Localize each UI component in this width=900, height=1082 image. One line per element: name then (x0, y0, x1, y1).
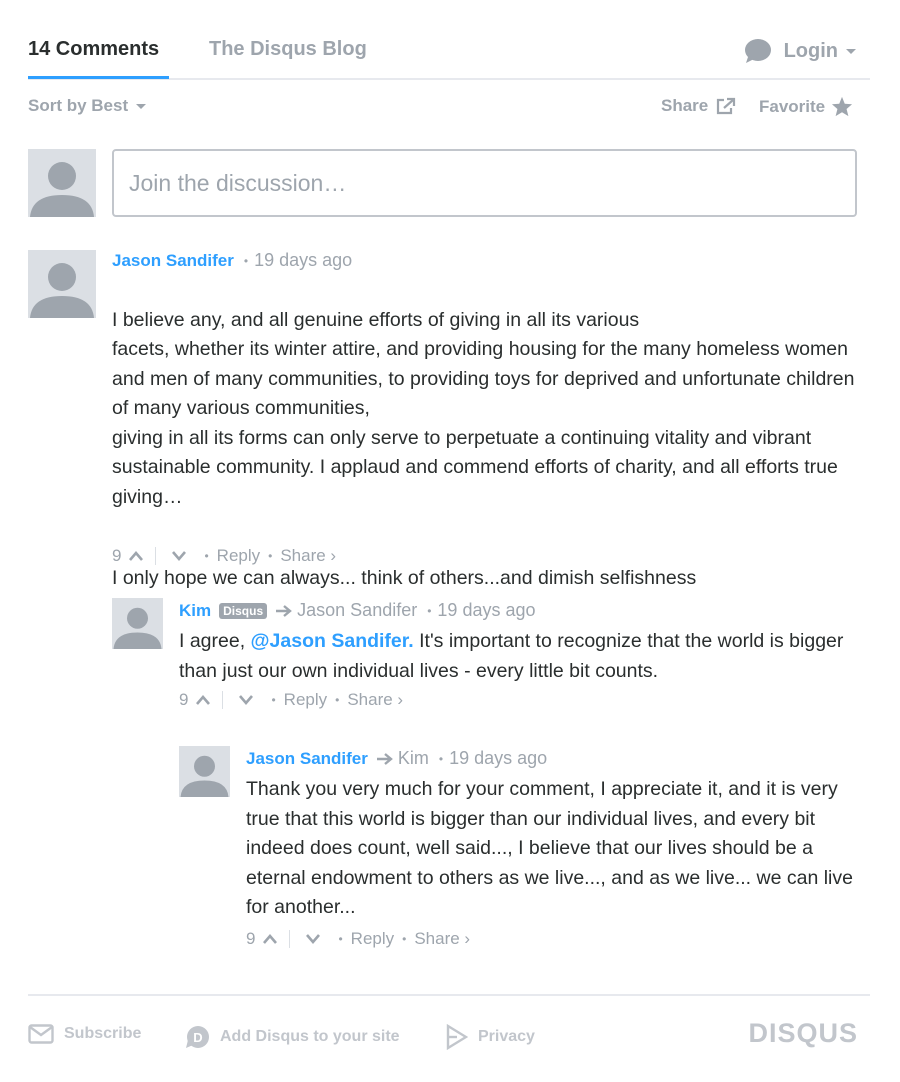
user-avatar (28, 149, 96, 217)
login-button[interactable]: Login (744, 38, 856, 64)
bullet-separator: • (438, 751, 444, 766)
bullet-separator: • (271, 693, 276, 707)
chevron-down-icon (136, 103, 147, 109)
upvote-icon[interactable] (129, 551, 144, 561)
bullet-separator: • (338, 932, 343, 946)
comment-text: I agree, (179, 630, 251, 652)
comment-header: Jason Sandifer • 19 days ago (112, 250, 352, 271)
reply-to-name: Jason Sandifer (297, 600, 418, 620)
disqus-logo[interactable]: DISQUS (748, 1018, 858, 1049)
share-link[interactable]: Share › (280, 546, 336, 566)
sort-bar: Sort by Best Share Favorite (28, 96, 858, 120)
chevron-down-icon (846, 48, 856, 54)
tab-disqus-blog[interactable]: The Disqus Blog (209, 38, 367, 61)
vote-divider (222, 691, 224, 709)
vote-divider (155, 547, 157, 565)
active-tab-indicator (28, 76, 169, 79)
privacy-icon (446, 1024, 468, 1050)
share-icon (717, 97, 736, 115)
in-reply-to[interactable]: Jason Sandifer (267, 600, 417, 621)
star-icon (832, 96, 853, 117)
reply-link[interactable]: Reply (351, 929, 394, 949)
footer: Subscribe D Add Disqus to your site Priv… (28, 1018, 858, 1054)
reply-link[interactable]: Reply (284, 690, 327, 710)
bullet-separator: • (402, 932, 407, 946)
comment-header: Kim Disqus Jason Sandifer • 19 days ago (179, 600, 536, 621)
user-mention[interactable]: @Jason Sandifer. (251, 630, 414, 652)
comment-body: I believe any, and all genuine efforts o… (112, 276, 857, 645)
comment-header: Jason Sandifer Kim • 19 days ago (246, 748, 547, 769)
avatar[interactable] (179, 746, 230, 797)
add-disqus-link[interactable]: D Add Disqus to your site (184, 1024, 400, 1050)
comment-author[interactable]: Kim (179, 601, 211, 621)
comment-composer (112, 149, 857, 217)
reply-to-name: Kim (397, 748, 429, 768)
comment-actions: 9 • Reply • Share › (112, 546, 336, 566)
comment-timestamp[interactable]: 19 days ago (449, 748, 547, 769)
avatar[interactable] (28, 250, 96, 318)
disqus-logo-icon: D (186, 1026, 209, 1048)
reply-arrow-icon (376, 752, 393, 765)
downvote-icon[interactable] (239, 695, 254, 705)
vote-count: 9 (246, 929, 256, 948)
bullet-separator: • (268, 549, 273, 563)
upvote-icon[interactable] (263, 934, 278, 944)
reply-arrow-icon (276, 604, 293, 617)
vote-divider (289, 930, 291, 948)
subscribe-label: Subscribe (64, 1025, 142, 1042)
share-label: Share (661, 96, 709, 115)
sort-label: Sort by Best (28, 96, 129, 115)
downvote-icon[interactable] (172, 551, 187, 561)
speech-bubble-icon (744, 39, 771, 63)
join-discussion-input[interactable] (114, 151, 855, 215)
comment-timestamp[interactable]: 19 days ago (437, 600, 535, 621)
subscribe-link[interactable]: Subscribe (28, 1024, 141, 1044)
login-label: Login (783, 39, 838, 62)
comment-author[interactable]: Jason Sandifer (112, 251, 234, 271)
tab-comments[interactable]: 14 Comments (28, 38, 159, 61)
bullet-separator: • (335, 693, 340, 707)
reply-link[interactable]: Reply (217, 546, 260, 566)
vote-count: 9 (179, 690, 189, 709)
add-disqus-label: Add Disqus to your site (220, 1028, 400, 1045)
comment-timestamp[interactable]: 19 days ago (254, 250, 352, 271)
top-navigation: 14 Comments The Disqus Blog Login (28, 0, 870, 80)
comment-paragraph: I only hope we can always... think of ot… (112, 566, 697, 589)
comment-author[interactable]: Jason Sandifer (246, 749, 368, 769)
comment-text: Thank you very much for your comment, I … (246, 778, 853, 918)
share-thread-button[interactable]: Share (661, 96, 736, 116)
vote-count: 9 (112, 546, 122, 565)
comment-body: Thank you very much for your comment, I … (246, 775, 857, 923)
moderator-badge: Disqus (219, 602, 268, 619)
share-link[interactable]: Share › (414, 929, 470, 949)
svg-text:D: D (193, 1030, 202, 1045)
privacy-label: Privacy (478, 1028, 535, 1045)
envelope-icon (28, 1024, 54, 1044)
in-reply-to[interactable]: Kim (368, 748, 429, 769)
comment-actions: 9 • Reply • Share › (179, 690, 403, 710)
favorite-label: Favorite (759, 96, 826, 116)
footer-divider (28, 994, 870, 996)
share-link[interactable]: Share › (347, 690, 403, 710)
bullet-separator: • (427, 603, 432, 618)
sort-dropdown[interactable]: Sort by Best (28, 96, 147, 116)
favorite-button[interactable]: Favorite (759, 96, 853, 117)
downvote-icon[interactable] (306, 934, 321, 944)
comment-paragraph: I believe any, and all genuine efforts o… (112, 308, 855, 508)
bullet-separator: • (204, 549, 209, 563)
upvote-icon[interactable] (196, 695, 211, 705)
privacy-link[interactable]: Privacy (446, 1024, 535, 1050)
comment-actions: 9 • Reply • Share › (246, 929, 470, 949)
bullet-separator: • (243, 253, 249, 268)
comment-body: I agree, @Jason Sandifer. It's important… (179, 627, 857, 686)
avatar[interactable] (112, 598, 163, 649)
